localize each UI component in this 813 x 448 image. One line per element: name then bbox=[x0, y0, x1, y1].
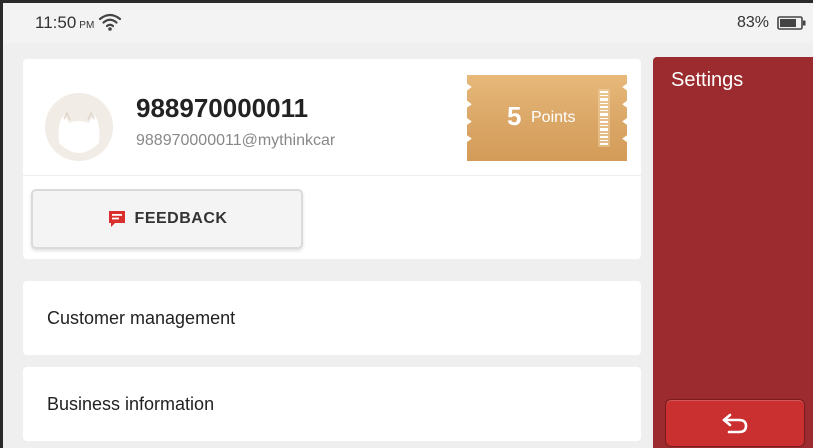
device-screen: 11:50 PM 83% 988970000011 988970000011@m… bbox=[0, 0, 813, 448]
menu-item-business-information[interactable]: Business information bbox=[23, 367, 641, 441]
user-id: 988970000011 bbox=[136, 93, 309, 123]
settings-panel: Settings bbox=[653, 57, 813, 448]
menu-item-customer-management[interactable]: Customer management bbox=[23, 281, 641, 355]
avatar-cat-icon bbox=[45, 93, 113, 161]
feedback-chat-icon bbox=[108, 211, 125, 227]
status-time-value: 11:50 bbox=[35, 13, 77, 32]
avatar[interactable] bbox=[45, 93, 113, 161]
back-button[interactable] bbox=[665, 399, 805, 447]
back-arrow-icon bbox=[722, 413, 748, 434]
points-label: Points bbox=[531, 109, 576, 126]
wifi-icon bbox=[98, 13, 122, 31]
card-divider bbox=[23, 175, 641, 176]
status-time-meridiem: PM bbox=[79, 20, 95, 31]
settings-title: Settings bbox=[671, 69, 744, 91]
profile-card: 988970000011 988970000011@mythinkcar 5 P… bbox=[23, 59, 641, 259]
status-bar: 11:50 PM 83% bbox=[3, 3, 813, 43]
feedback-button[interactable]: FEEDBACK bbox=[31, 189, 303, 249]
battery-percent: 83% bbox=[737, 14, 770, 31]
menu-item-label: Customer management bbox=[47, 307, 236, 328]
barcode-icon bbox=[598, 89, 610, 147]
battery-icon bbox=[777, 16, 806, 30]
user-email: 988970000011@mythinkcar bbox=[136, 132, 336, 149]
status-time: 11:50 PM bbox=[35, 13, 94, 33]
points-value: 5 bbox=[507, 101, 522, 131]
points-ticket[interactable]: 5 Points bbox=[467, 75, 627, 161]
feedback-label: FEEDBACK bbox=[134, 210, 228, 227]
menu-item-label: Business information bbox=[47, 393, 215, 414]
